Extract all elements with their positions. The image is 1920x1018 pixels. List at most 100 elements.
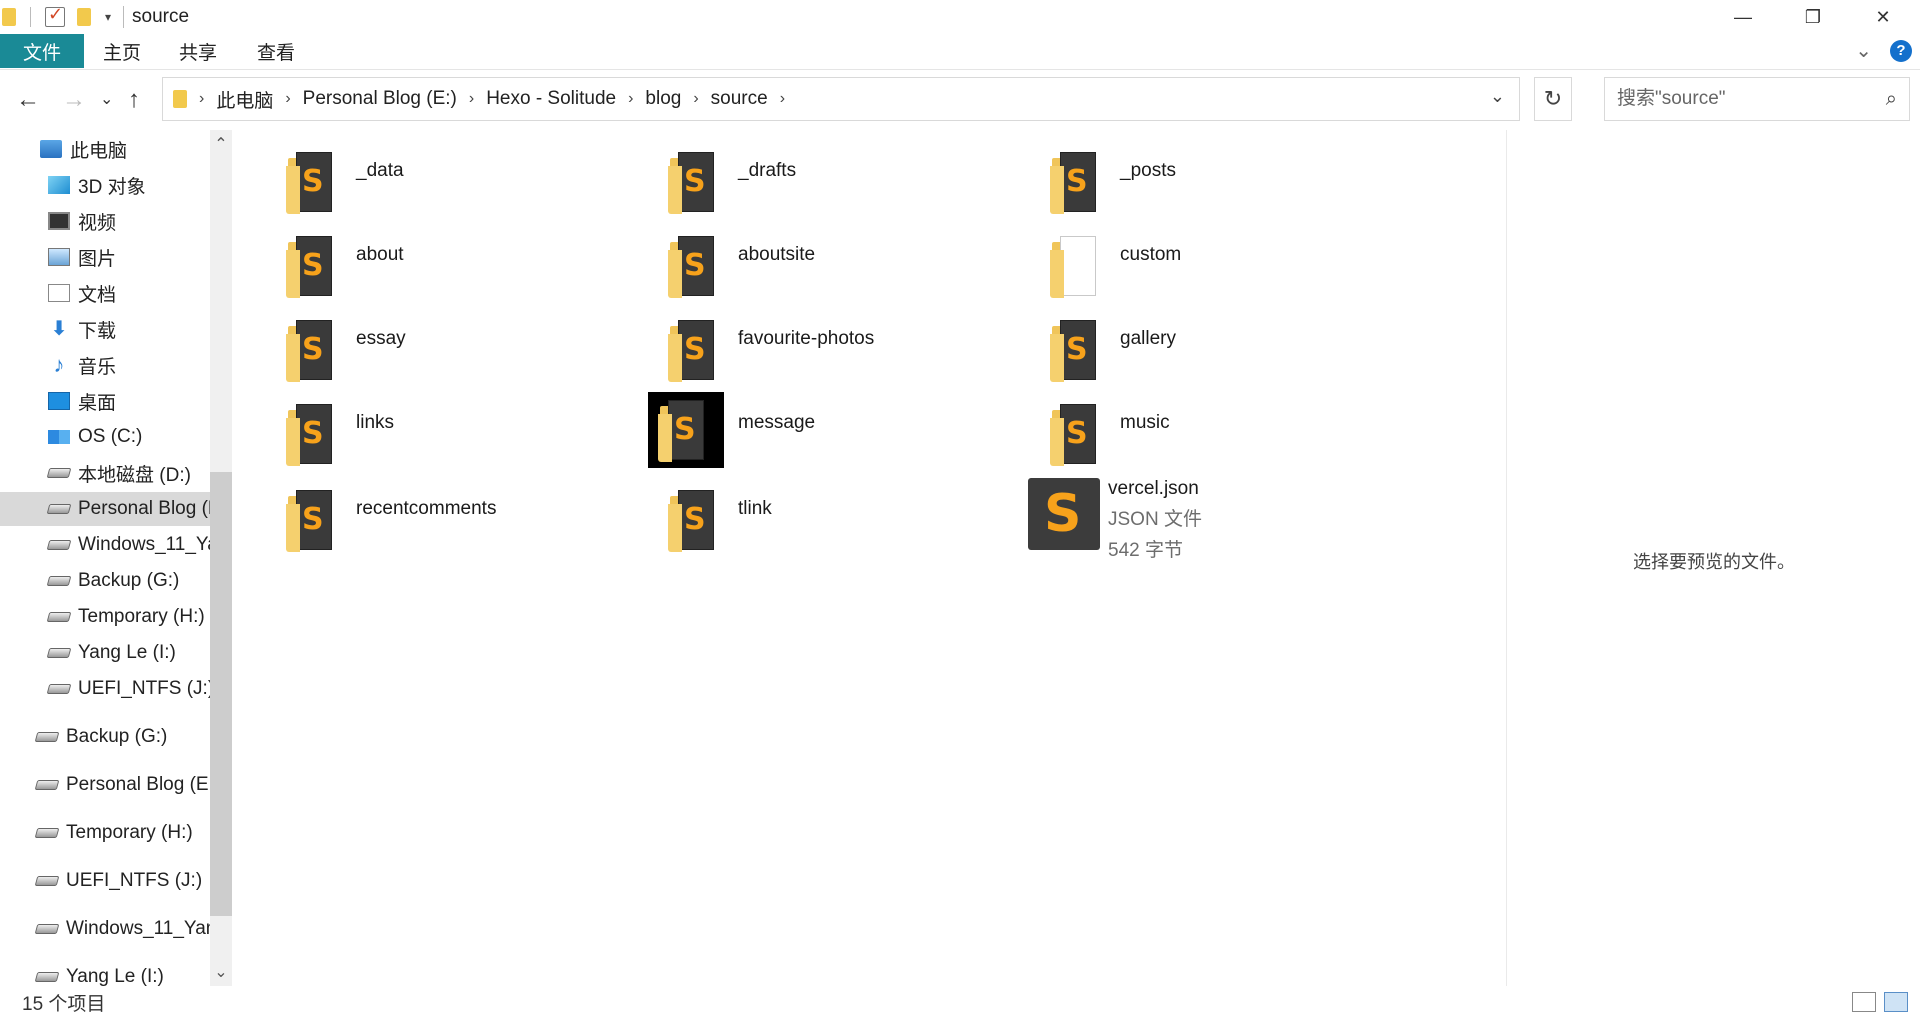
folder-icon: S bbox=[648, 392, 724, 468]
sidebar-item-uefi-ntfs-j[interactable]: UEFI_NTFS (J:) bbox=[0, 672, 210, 706]
folder-item-data[interactable]: S _data bbox=[278, 146, 608, 226]
drive-icon bbox=[46, 468, 72, 478]
divider bbox=[123, 6, 125, 28]
sidebar-item-temporary-h-root[interactable]: Temporary (H:) bbox=[0, 816, 210, 850]
sidebar-item-backup-g[interactable]: Backup (G:) bbox=[0, 564, 210, 598]
3d-objects-icon bbox=[48, 176, 70, 194]
details-view-icon[interactable] bbox=[1852, 992, 1876, 1012]
folder-icon: S bbox=[278, 314, 348, 386]
file-size: 542 字节 bbox=[1108, 540, 1183, 561]
properties-icon[interactable] bbox=[45, 4, 65, 27]
folder-icon: S bbox=[278, 484, 348, 556]
sidebar-item-this-pc[interactable]: 此电脑 bbox=[0, 132, 210, 166]
large-icons-view-icon[interactable] bbox=[1884, 992, 1908, 1012]
sidebar-item-drive-d[interactable]: 本地磁盘 (D:) bbox=[0, 456, 210, 490]
sidebar-item-os-c[interactable]: OS (C:) bbox=[0, 420, 210, 454]
sidebar-item-backup-g-root[interactable]: Backup (G:) bbox=[0, 720, 210, 754]
up-button[interactable]: ↑ bbox=[128, 86, 140, 114]
address-dropdown-icon[interactable]: ⌄ bbox=[1490, 86, 1505, 107]
breadcrumb-hexo-solitude[interactable]: Hexo - Solitude bbox=[486, 88, 616, 110]
folder-item-tlink[interactable]: S tlink bbox=[660, 484, 990, 564]
sidebar-item-uefi-ntfs-j-root[interactable]: UEFI_NTFS (J:) bbox=[0, 864, 210, 898]
sidebar-item-downloads[interactable]: ⬇ 下载 bbox=[0, 312, 210, 346]
drive-icon bbox=[34, 780, 60, 790]
sidebar-item-documents[interactable]: 文档 bbox=[0, 276, 210, 310]
file-list: S _data S _drafts S _posts S about S abo… bbox=[238, 130, 1506, 986]
new-folder-icon[interactable] bbox=[77, 8, 91, 26]
scroll-up-icon[interactable]: ⌃ bbox=[210, 134, 232, 154]
sidebar-item-music[interactable]: ♪ 音乐 bbox=[0, 348, 210, 382]
search-icon[interactable]: ⌕ bbox=[1886, 88, 1897, 111]
breadcrumb-blog[interactable]: blog bbox=[645, 88, 681, 110]
scrollbar-thumb[interactable] bbox=[210, 472, 232, 916]
sidebar-item-windows-11[interactable]: Windows_11_Yang bbox=[0, 528, 210, 562]
recent-locations-button[interactable]: ⌄ bbox=[100, 86, 113, 114]
file-type: JSON 文件 bbox=[1108, 509, 1202, 530]
sidebar-item-pictures[interactable]: 图片 bbox=[0, 240, 210, 274]
folder-icon bbox=[2, 8, 16, 26]
sidebar-item-desktop[interactable]: 桌面 bbox=[0, 384, 210, 418]
expand-ribbon-icon[interactable]: ⌄ bbox=[1855, 38, 1872, 63]
drive-icon bbox=[34, 828, 60, 838]
sidebar-item-windows-11-root[interactable]: Windows_11_Yang bbox=[0, 912, 210, 946]
help-icon[interactable]: ? bbox=[1890, 39, 1912, 62]
sidebar-item-3d-objects[interactable]: 3D 对象 bbox=[0, 168, 210, 202]
sidebar-item-temporary-h[interactable]: Temporary (H:) bbox=[0, 600, 210, 634]
forward-button[interactable]: → bbox=[62, 86, 86, 114]
folder-item-about[interactable]: S about bbox=[278, 230, 608, 310]
folder-item-drafts[interactable]: S _drafts bbox=[660, 146, 990, 226]
back-button[interactable]: ← bbox=[16, 86, 40, 114]
sidebar-item-personal-blog-e-root[interactable]: Personal Blog (E:) bbox=[0, 768, 210, 802]
folder-item-music[interactable]: S music bbox=[1042, 398, 1372, 478]
drive-icon bbox=[34, 972, 60, 982]
ribbon-controls: ⌄ ? bbox=[1855, 38, 1912, 63]
folder-icon: S bbox=[278, 398, 348, 470]
sidebar-item-yang-le-i-root[interactable]: Yang Le (I:) bbox=[0, 960, 210, 986]
refresh-button[interactable]: ↻ bbox=[1534, 77, 1572, 121]
folder-item-recentcomments[interactable]: S recentcomments bbox=[278, 484, 608, 564]
folder-item-aboutsite[interactable]: S aboutsite bbox=[660, 230, 990, 310]
sidebar-item-yang-le-i[interactable]: Yang Le (I:) bbox=[0, 636, 210, 670]
folder-item-links[interactable]: S links bbox=[278, 398, 608, 478]
folder-item-favourite-photos[interactable]: S favourite-photos bbox=[660, 314, 990, 394]
folder-item-essay[interactable]: S essay bbox=[278, 314, 608, 394]
os-drive-icon bbox=[48, 430, 70, 444]
file-details: vercel.json JSON 文件 542 字节 bbox=[1108, 478, 1202, 562]
tab-view[interactable]: 查看 bbox=[248, 34, 304, 68]
close-button[interactable]: ✕ bbox=[1848, 0, 1918, 34]
restore-button[interactable]: ❐ bbox=[1778, 0, 1848, 34]
folder-item-custom[interactable]: custom bbox=[1042, 230, 1372, 310]
breadcrumb-this-pc[interactable]: 此电脑 bbox=[216, 86, 273, 113]
folder-item-posts[interactable]: S _posts bbox=[1042, 146, 1372, 226]
sidebar-item-personal-blog-e[interactable]: Personal Blog (E:) bbox=[0, 492, 210, 526]
folder-icon: S bbox=[1042, 314, 1112, 386]
title-bar: ▾ source — ❐ ✕ bbox=[0, 0, 1920, 34]
scroll-down-icon[interactable]: ⌄ bbox=[210, 962, 232, 982]
folder-icon: S bbox=[1042, 146, 1112, 218]
search-input[interactable] bbox=[1617, 88, 1867, 110]
minimize-button[interactable]: — bbox=[1708, 0, 1778, 34]
sublime-file-icon: S bbox=[1028, 478, 1100, 550]
breadcrumb: › 此电脑 › Personal Blog (E:) › Hexo - Soli… bbox=[187, 86, 797, 113]
ribbon: 文件 主页 共享 查看 ⌄ ? bbox=[0, 34, 1920, 70]
sidebar-item-videos[interactable]: 视频 bbox=[0, 204, 210, 238]
tab-file[interactable]: 文件 bbox=[0, 34, 84, 68]
drive-icon bbox=[46, 576, 72, 586]
status-bar: 15 个项目 bbox=[0, 986, 1920, 1018]
preview-pane: 选择要预览的文件。 bbox=[1506, 130, 1920, 986]
breadcrumb-personal-blog[interactable]: Personal Blog (E:) bbox=[303, 88, 457, 110]
address-bar[interactable]: › 此电脑 › Personal Blog (E:) › Hexo - Soli… bbox=[162, 77, 1520, 121]
folder-item-message[interactable]: S message bbox=[648, 392, 990, 474]
tab-home[interactable]: 主页 bbox=[94, 34, 150, 68]
search-box[interactable]: ⌕ bbox=[1604, 77, 1910, 121]
folder-icon bbox=[1042, 230, 1112, 302]
customize-toolbar-icon[interactable]: ▾ bbox=[105, 10, 111, 24]
folder-icon: S bbox=[1042, 398, 1112, 470]
drive-icon bbox=[34, 876, 60, 886]
tab-share[interactable]: 共享 bbox=[170, 34, 226, 68]
navigation-scrollbar[interactable]: ⌃ ⌄ bbox=[210, 130, 232, 986]
breadcrumb-source[interactable]: source bbox=[711, 88, 768, 110]
folder-item-gallery[interactable]: S gallery bbox=[1042, 314, 1372, 394]
video-icon bbox=[48, 212, 70, 230]
file-item-vercel-json[interactable]: S vercel.json JSON 文件 542 字节 bbox=[1028, 478, 1368, 574]
